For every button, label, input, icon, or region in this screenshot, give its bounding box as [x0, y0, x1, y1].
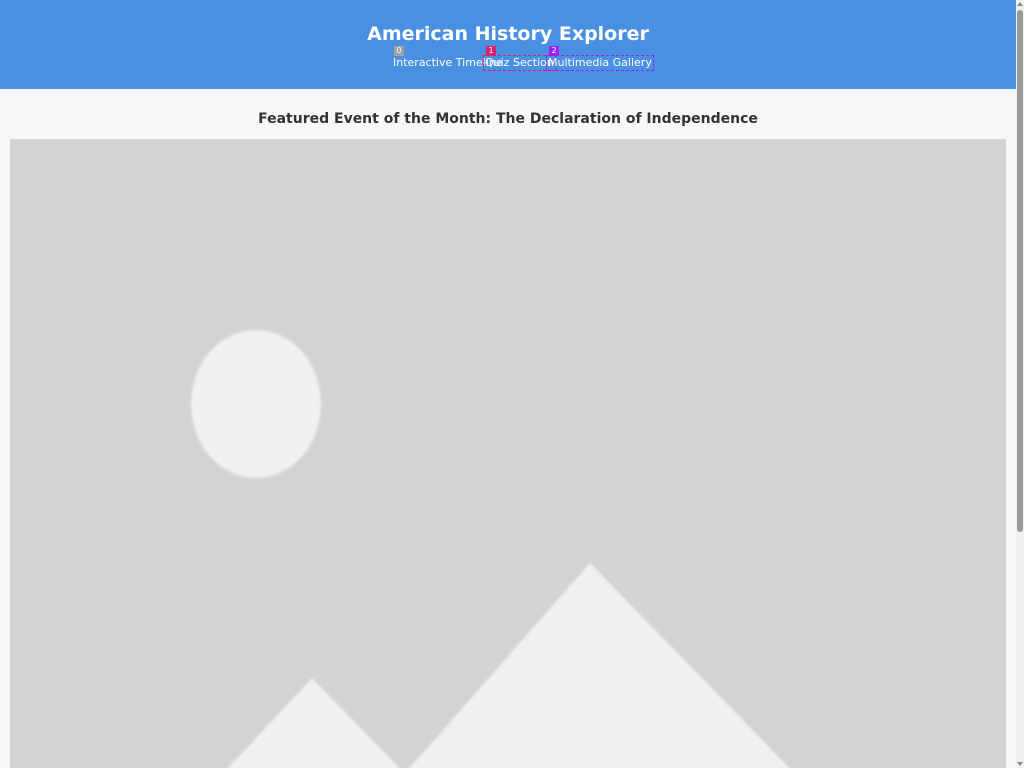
- main-nav: 0 Interactive Timeline 1 Quiz Section 2 …: [0, 46, 1016, 72]
- nav-link-multimedia-gallery[interactable]: Multimedia Gallery: [546, 55, 654, 71]
- scroll-up-arrow-icon[interactable]: [1017, 2, 1023, 6]
- featured-event-title: Featured Event of the Month: The Declara…: [258, 111, 758, 127]
- page: American History Explorer 0 Interactive …: [0, 0, 1024, 768]
- site-title: American History Explorer: [367, 23, 649, 45]
- featured-image: [10, 139, 1006, 768]
- scrollbar-thumb[interactable]: [1017, 10, 1023, 532]
- site-header: American History Explorer 0 Interactive …: [0, 0, 1016, 89]
- nav-badge-timeline: 0: [394, 46, 404, 56]
- nav-badge-gallery: 2: [549, 46, 559, 56]
- placeholder-sun-shape: [191, 330, 321, 478]
- nav-badge-quiz: 1: [486, 46, 496, 56]
- vertical-scrollbar[interactable]: [1016, 0, 1024, 768]
- nav-link-quiz-section[interactable]: Quiz Section: [483, 55, 556, 71]
- image-placeholder-icon: [10, 139, 1006, 768]
- scroll-down-arrow-icon[interactable]: [1017, 762, 1023, 766]
